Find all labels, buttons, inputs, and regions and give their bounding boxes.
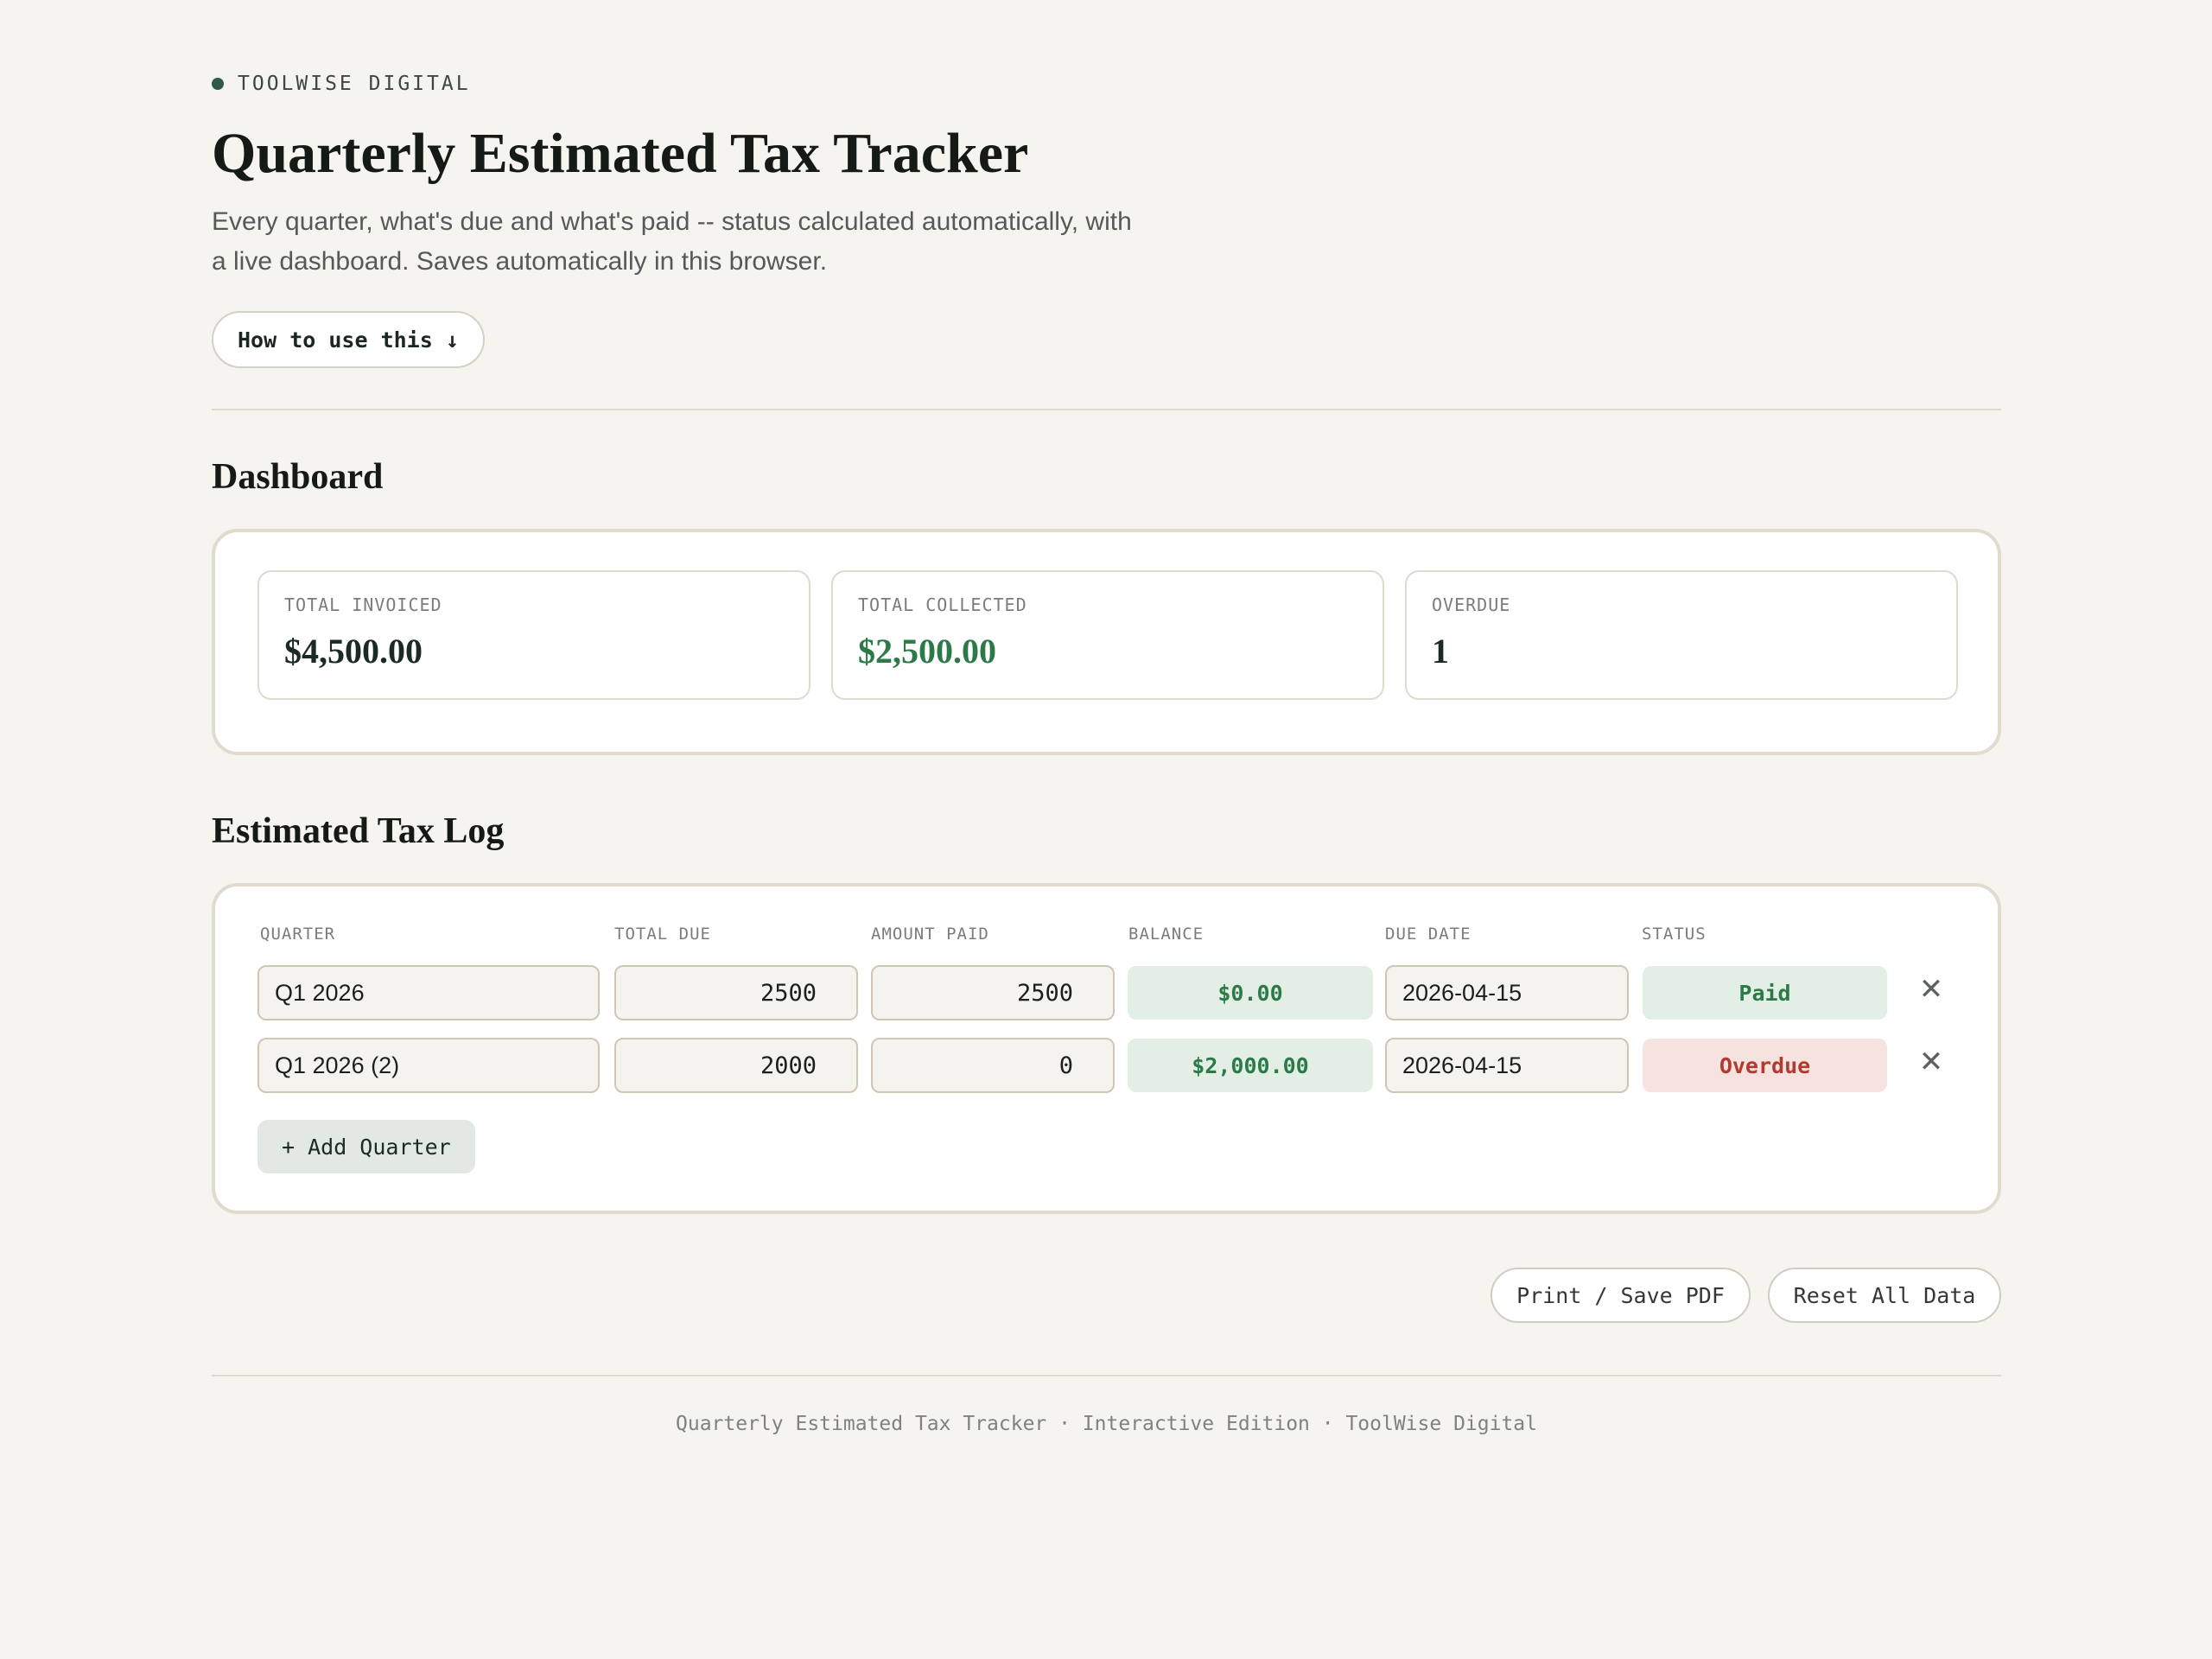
header-divider xyxy=(212,409,2001,410)
column-header-status: STATUS xyxy=(1642,925,1707,944)
stat-label: TOTAL INVOICED xyxy=(284,594,442,615)
column-header-balance: BALANCE xyxy=(1128,925,1205,944)
reset-all-data-button[interactable]: Reset All Data xyxy=(1768,1268,2001,1323)
add-quarter-button[interactable]: + Add Quarter xyxy=(257,1120,475,1173)
footer-text: Quarterly Estimated Tax Tracker · Intera… xyxy=(676,1413,1537,1435)
brand: TOOLWISE DIGITAL xyxy=(212,73,471,95)
page-title: Quarterly Estimated Tax Tracker xyxy=(212,122,1029,185)
stat-card-overdue: OVERDUE 1 xyxy=(1405,570,1958,700)
column-header-quarter: QUARTER xyxy=(260,925,336,944)
balance-value: $2,000.00 xyxy=(1128,1039,1373,1092)
stat-value: 1 xyxy=(1432,632,1449,671)
brand-dot-icon xyxy=(212,78,224,90)
remove-row-close-icon[interactable]: ✕ xyxy=(1914,1045,1948,1079)
stat-card-total-invoiced: TOTAL INVOICED $4,500.00 xyxy=(257,570,810,700)
dashboard-panel: TOTAL INVOICED $4,500.00 TOTAL COLLECTED… xyxy=(212,529,2001,755)
log-title: Estimated Tax Log xyxy=(212,811,505,851)
status-badge-paid: Paid xyxy=(1643,966,1887,1020)
column-header-due-date: DUE DATE xyxy=(1385,925,1471,944)
stat-value: $4,500.00 xyxy=(284,632,423,671)
how-to-use-button[interactable]: How to use this ↓ xyxy=(212,311,485,368)
footer-divider xyxy=(212,1375,2001,1376)
remove-row-close-icon[interactable]: ✕ xyxy=(1914,972,1948,1007)
due-date-input[interactable]: 2026-04-15 xyxy=(1385,1038,1629,1093)
amount-paid-input[interactable]: 0 xyxy=(871,1038,1115,1093)
amount-paid-input[interactable]: 2500 xyxy=(871,965,1115,1020)
total-due-input[interactable]: 2000 xyxy=(614,1038,858,1093)
dashboard-title: Dashboard xyxy=(212,457,384,497)
column-header-amount-paid: AMOUNT PAID xyxy=(871,925,989,944)
column-header-total-due: TOTAL DUE xyxy=(614,925,711,944)
log-panel: QUARTER TOTAL DUE AMOUNT PAID BALANCE DU… xyxy=(212,883,2001,1214)
status-badge-overdue: Overdue xyxy=(1643,1039,1887,1092)
brand-name: TOOLWISE DIGITAL xyxy=(238,73,471,95)
subtitle-line-2: a live dashboard. Saves automatically in… xyxy=(212,247,828,276)
print-save-pdf-button[interactable]: Print / Save PDF xyxy=(1491,1268,1751,1323)
total-due-input[interactable]: 2500 xyxy=(614,965,858,1020)
stat-value: $2,500.00 xyxy=(858,632,996,671)
quarter-input[interactable]: Q1 2026 (2) xyxy=(257,1038,600,1093)
quarter-input[interactable]: Q1 2026 xyxy=(257,965,600,1020)
stat-label: TOTAL COLLECTED xyxy=(858,594,1027,615)
balance-value: $0.00 xyxy=(1128,966,1373,1020)
due-date-input[interactable]: 2026-04-15 xyxy=(1385,965,1629,1020)
stat-label: OVERDUE xyxy=(1432,594,1511,615)
page-subtitle: Every quarter, what's due and what's pai… xyxy=(212,202,1179,282)
stat-card-total-collected: TOTAL COLLECTED $2,500.00 xyxy=(831,570,1384,700)
subtitle-line-1: Every quarter, what's due and what's pai… xyxy=(212,207,1132,236)
